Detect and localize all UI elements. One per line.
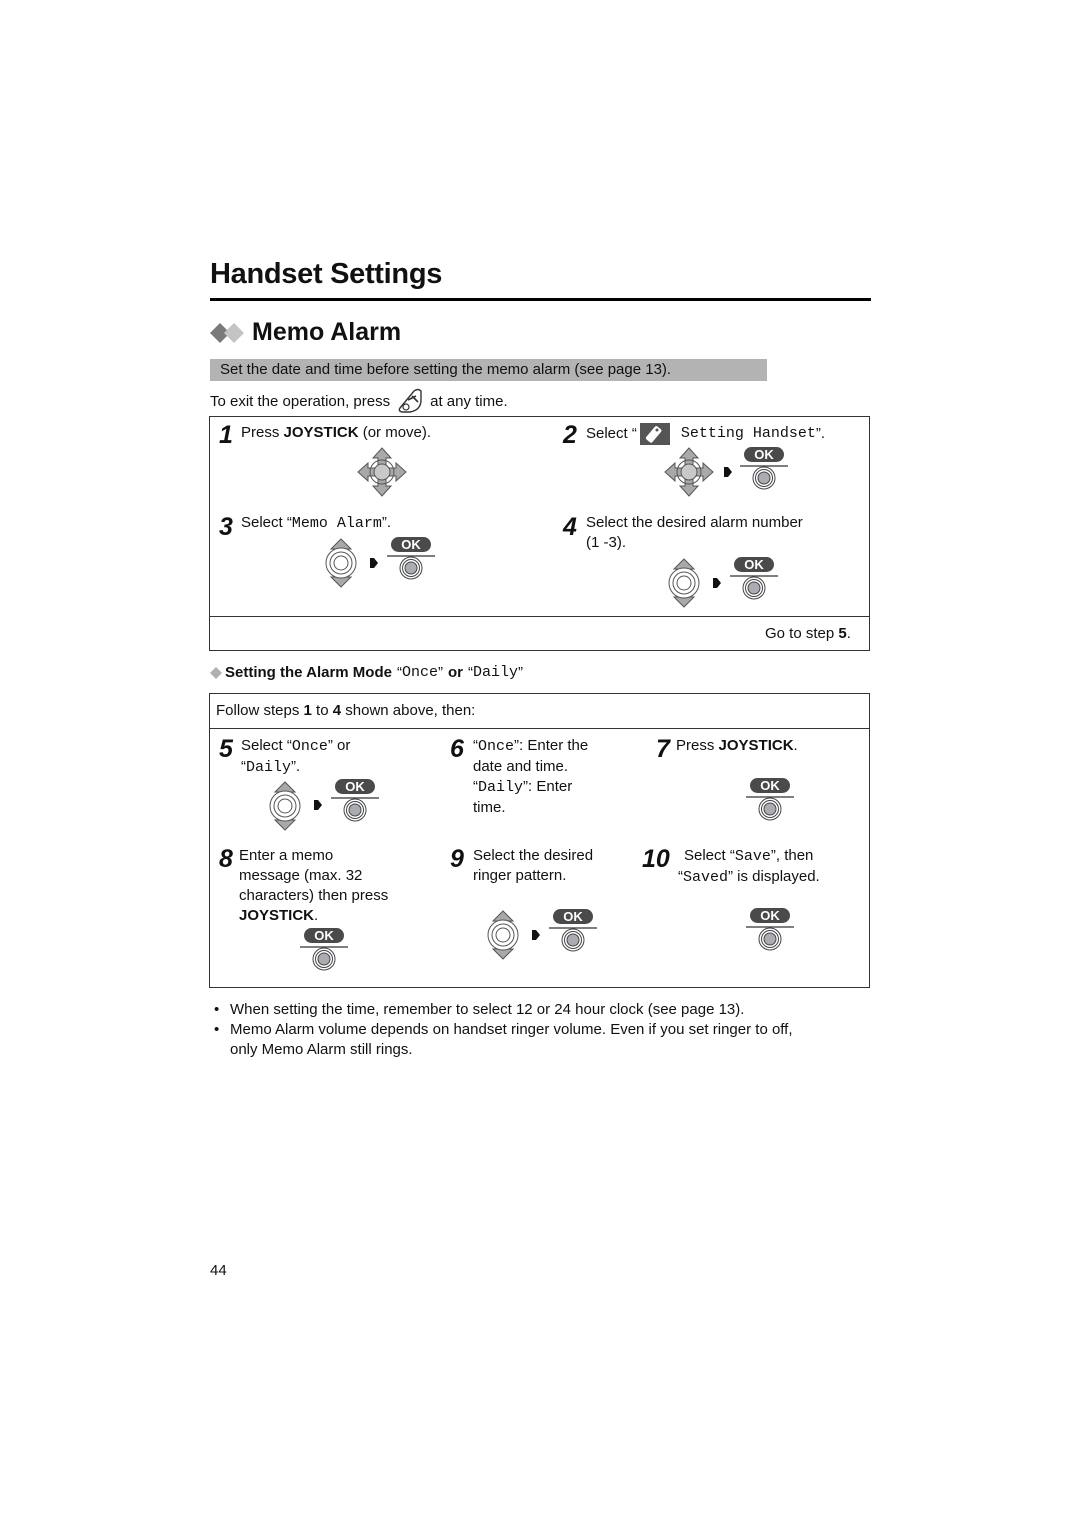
step-5-text: Select “Once” or “Daily”. (241, 737, 351, 776)
ok-button-icon: OK (740, 447, 788, 490)
ok-button-icon: OK (746, 908, 794, 951)
follow-steps-text: Follow steps 1 to 4 shown above, then: (216, 702, 476, 719)
step-number-4: 4 (563, 513, 577, 541)
ok-joystick-press: OK (740, 446, 788, 490)
section-title: Memo Alarm (252, 318, 402, 346)
joystick-updown-icon (268, 781, 302, 831)
prerequisite-note: Set the date and time before setting the… (210, 359, 767, 381)
title-rule (210, 298, 871, 301)
ok-button-icon: OK (387, 537, 435, 580)
step-number-10: 10 (642, 845, 670, 873)
step-6-text: “Once”: Enter the date and time. “Daily”… (473, 737, 589, 816)
step-number-7: 7 (656, 735, 670, 763)
exit-instruction: To exit the operation, press at any time… (210, 388, 508, 414)
step-9-text: Select the desired ringer pattern. (473, 847, 594, 884)
arrow-right-icon (369, 556, 379, 570)
step-4-text: Select the desired alarm number (1 -3). (586, 514, 803, 551)
step-number-6: 6 (450, 735, 464, 763)
svg-text:OK: OK (345, 779, 365, 794)
ok-joystick-press: OK (746, 907, 794, 951)
svg-text:OK: OK (563, 909, 583, 924)
joystick-updown-icon (486, 910, 520, 960)
subsection-heading: Setting the Alarm Mode “Once” or “Daily” (210, 664, 523, 681)
step-1-text: Press JOYSTICK (or move). (241, 424, 432, 441)
step-number-3: 3 (219, 513, 233, 541)
ok-button-icon: OK (549, 909, 597, 952)
ok-button-icon: OK (300, 928, 348, 971)
svg-text:OK: OK (760, 778, 780, 793)
double-diamond-icon (210, 322, 248, 344)
arrow-right-icon (712, 576, 722, 590)
svg-text:OK: OK (760, 908, 780, 923)
box-divider (209, 616, 870, 617)
step-3-text: Select “Memo Alarm”. (241, 514, 392, 532)
exit-text-prefix: To exit the operation, press (210, 392, 391, 410)
step-number-8: 8 (219, 845, 233, 873)
step-7-text: Press JOYSTICK. (676, 737, 798, 754)
step-2-text: Select “ Setting Handset”. (586, 423, 825, 445)
ok-button-icon: OK (746, 778, 794, 821)
step-number-9: 9 (450, 845, 464, 873)
goto-step: Go to step 5. (765, 625, 851, 642)
svg-text:OK: OK (744, 557, 764, 572)
arrow-right-icon (723, 465, 733, 479)
notes-list: • When setting the time, remember to sele… (214, 1000, 874, 1060)
ok-joystick-press: OK (730, 556, 778, 600)
exit-text-suffix: at any time. (430, 392, 508, 410)
step-number-2: 2 (563, 421, 577, 449)
handset-setting-icon (639, 423, 670, 445)
ok-joystick-press: OK (300, 927, 348, 971)
step-10-text: Select “Save”, then “Saved” is displayed… (678, 847, 820, 886)
step-8-text: Enter a memo message (max. 32 characters… (239, 847, 389, 924)
svg-text:OK: OK (314, 928, 334, 943)
ok-joystick-press: OK (549, 908, 597, 952)
section-heading: Memo Alarm (210, 318, 401, 347)
ok-joystick-press: OK (746, 777, 794, 821)
step-number-1: 1 (219, 421, 233, 449)
joystick-updown-icon (667, 558, 701, 608)
note-item: • When setting the time, remember to sele… (214, 1001, 745, 1018)
note-item: • Memo Alarm volume depends on handset r… (214, 1021, 793, 1058)
arrow-right-icon (313, 798, 323, 812)
page-number: 44 (210, 1262, 227, 1279)
off-key-icon (396, 388, 424, 414)
arrow-right-icon (531, 928, 541, 942)
page-title: Handset Settings (210, 258, 443, 290)
ok-joystick-press: OK (331, 778, 379, 822)
joystick-updown-icon (324, 538, 358, 588)
ok-joystick-press: OK (387, 536, 435, 580)
svg-text:OK: OK (401, 537, 421, 552)
joystick-4way-icon (664, 447, 714, 497)
diamond-icon (210, 666, 222, 679)
joystick-4way-icon (357, 447, 407, 497)
step-number-5: 5 (219, 735, 233, 763)
svg-text:OK: OK (754, 447, 774, 462)
box-divider (209, 728, 870, 729)
ok-button-icon: OK (331, 779, 379, 822)
ok-button-icon: OK (730, 557, 778, 600)
